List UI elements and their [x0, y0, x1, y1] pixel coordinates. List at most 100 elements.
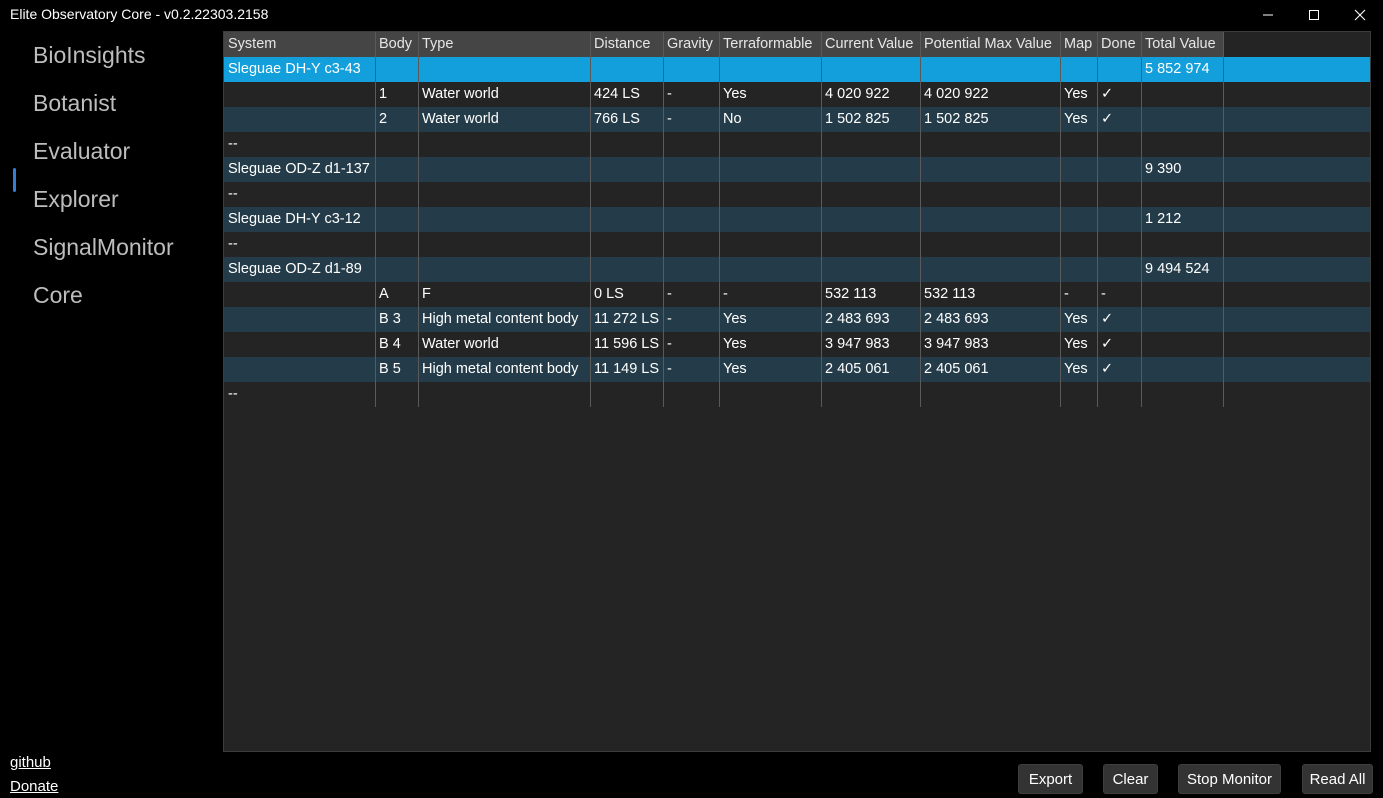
- cell-distance: 11 149 LS: [594, 361, 660, 377]
- column-divider[interactable]: [719, 32, 720, 407]
- clear-button[interactable]: Clear: [1103, 764, 1158, 794]
- cell-potential-max-value: [920, 232, 1060, 257]
- cell-system: Sleguae OD-Z d1-89: [228, 261, 362, 277]
- column-divider[interactable]: [1223, 32, 1224, 407]
- nav-item-core[interactable]: Core: [33, 278, 83, 312]
- cell-map: [1060, 157, 1097, 182]
- cell-terraformable: [719, 207, 821, 232]
- evaluator-grid[interactable]: System Body Type Distance Gravity Terraformab…: [223, 31, 1371, 752]
- table-row[interactable]: B 3 High metal content body 11 272 LS - Yes 2…: [224, 307, 1370, 332]
- column-divider[interactable]: [1060, 32, 1061, 407]
- column-header-current-value[interactable]: Current Value: [821, 32, 920, 57]
- cell-potential-max-value: [920, 257, 1060, 282]
- minimize-button[interactable]: [1245, 0, 1291, 30]
- nav-item-signalmonitor[interactable]: SignalMonitor: [33, 230, 174, 264]
- table-row[interactable]: 2 Water world 766 LS - No 1 502 825 1 502 825 Y…: [224, 107, 1370, 132]
- table-row[interactable]: Sleguae DH-Y c3-43 5 852 974: [224, 57, 1370, 82]
- cell-gravity: [663, 257, 719, 282]
- column-divider[interactable]: [821, 32, 822, 407]
- cell-potential-max-value: [920, 182, 1060, 207]
- column-header-done[interactable]: Done: [1097, 32, 1141, 57]
- cell-system: [224, 332, 375, 357]
- cell-gravity: [663, 157, 719, 182]
- table-row[interactable]: B 5 High metal content body 11 149 LS - Yes 2…: [224, 357, 1370, 382]
- column-divider[interactable]: [418, 32, 419, 407]
- column-header-distance[interactable]: Distance: [590, 32, 663, 57]
- column-divider[interactable]: [1141, 32, 1142, 407]
- nav-item-botanist[interactable]: Botanist: [33, 86, 116, 120]
- column-header-type[interactable]: Type: [418, 32, 590, 57]
- cell-terraformable: Yes: [723, 336, 747, 352]
- cell-gravity: [663, 382, 719, 407]
- cell-done: ✓: [1101, 311, 1114, 327]
- cell-gravity: [663, 232, 719, 257]
- cell-system: [224, 357, 375, 382]
- cell-system: Sleguae DH-Y c3-12: [228, 211, 361, 227]
- cell-map: [1060, 382, 1097, 407]
- table-row[interactable]: Sleguae OD-Z d1-89 9 494 524: [224, 257, 1370, 282]
- cell-type: F: [422, 286, 431, 302]
- column-header-map[interactable]: Map: [1060, 32, 1097, 57]
- nav-item-explorer[interactable]: Explorer: [33, 182, 119, 216]
- table-row[interactable]: --: [224, 182, 1370, 207]
- cell-body: B 5: [379, 361, 401, 377]
- nav-item-evaluator[interactable]: Evaluator: [33, 134, 130, 168]
- table-row[interactable]: Sleguae OD-Z d1-137 9 390: [224, 157, 1370, 182]
- column-header-terraformable[interactable]: Terraformable: [719, 32, 821, 57]
- close-button[interactable]: [1337, 0, 1383, 30]
- cell-current-value: [821, 382, 920, 407]
- column-divider[interactable]: [920, 32, 921, 407]
- cell-distance: [590, 132, 663, 157]
- nav-item-bioinsights[interactable]: BioInsights: [33, 38, 146, 72]
- cell-current-value: 3 947 983: [825, 336, 890, 352]
- cell-potential-max-value: [920, 382, 1060, 407]
- read-all-button[interactable]: Read All: [1302, 764, 1373, 794]
- table-row[interactable]: A F 0 LS - - 532 113 532 113 - -: [224, 282, 1370, 307]
- table-row[interactable]: --: [224, 232, 1370, 257]
- cell-potential-max-value: [920, 207, 1060, 232]
- cell-done: ✓: [1101, 111, 1114, 127]
- cell-body: A: [379, 286, 389, 302]
- cell-done: ✓: [1101, 336, 1114, 352]
- table-row[interactable]: B 4 Water world 11 596 LS - Yes 3 947 983 3 94…: [224, 332, 1370, 357]
- table-row[interactable]: 1 Water world 424 LS - Yes 4 020 922 4 020 922…: [224, 82, 1370, 107]
- cell-done: [1097, 182, 1141, 207]
- cell-body: B 3: [379, 311, 401, 327]
- cell-potential-max-value: 3 947 983: [924, 336, 989, 352]
- table-row[interactable]: --: [224, 132, 1370, 157]
- cell-map: Yes: [1064, 86, 1088, 102]
- cell-system: --: [228, 136, 238, 152]
- export-button[interactable]: Export: [1018, 764, 1083, 794]
- cell-current-value: 2 405 061: [825, 361, 890, 377]
- column-header-gravity[interactable]: Gravity: [663, 32, 719, 57]
- table-row[interactable]: Sleguae DH-Y c3-12 1 212: [224, 207, 1370, 232]
- column-header-system[interactable]: System: [224, 32, 375, 57]
- column-divider[interactable]: [663, 32, 664, 407]
- column-divider[interactable]: [1097, 32, 1098, 407]
- cell-total-value: [1141, 357, 1223, 382]
- column-header-body[interactable]: Body: [375, 32, 418, 57]
- column-divider[interactable]: [590, 32, 591, 407]
- cell-terraformable: Yes: [723, 86, 747, 102]
- column-header-potential-max-value[interactable]: Potential Max Value: [920, 32, 1060, 57]
- cell-gravity: -: [667, 86, 672, 102]
- cell-done: [1097, 382, 1141, 407]
- cell-body: [375, 232, 418, 257]
- column-header-total-value[interactable]: Total Value: [1141, 32, 1223, 57]
- maximize-button[interactable]: [1291, 0, 1337, 30]
- cell-total-value: [1141, 332, 1223, 357]
- github-link[interactable]: github: [10, 754, 51, 771]
- cell-gravity: [663, 207, 719, 232]
- cell-gravity: [663, 57, 719, 82]
- cell-total-value: [1141, 232, 1223, 257]
- cell-system: [224, 282, 375, 307]
- donate-link[interactable]: Donate: [10, 778, 58, 795]
- cell-distance: [590, 57, 663, 82]
- cell-done: ✓: [1101, 86, 1114, 102]
- cell-system: [224, 82, 375, 107]
- cell-terraformable: -: [723, 286, 728, 302]
- column-divider[interactable]: [375, 32, 376, 407]
- table-row[interactable]: --: [224, 382, 1370, 407]
- stop-monitor-button[interactable]: Stop Monitor: [1178, 764, 1281, 794]
- cell-body: 2: [379, 111, 388, 127]
